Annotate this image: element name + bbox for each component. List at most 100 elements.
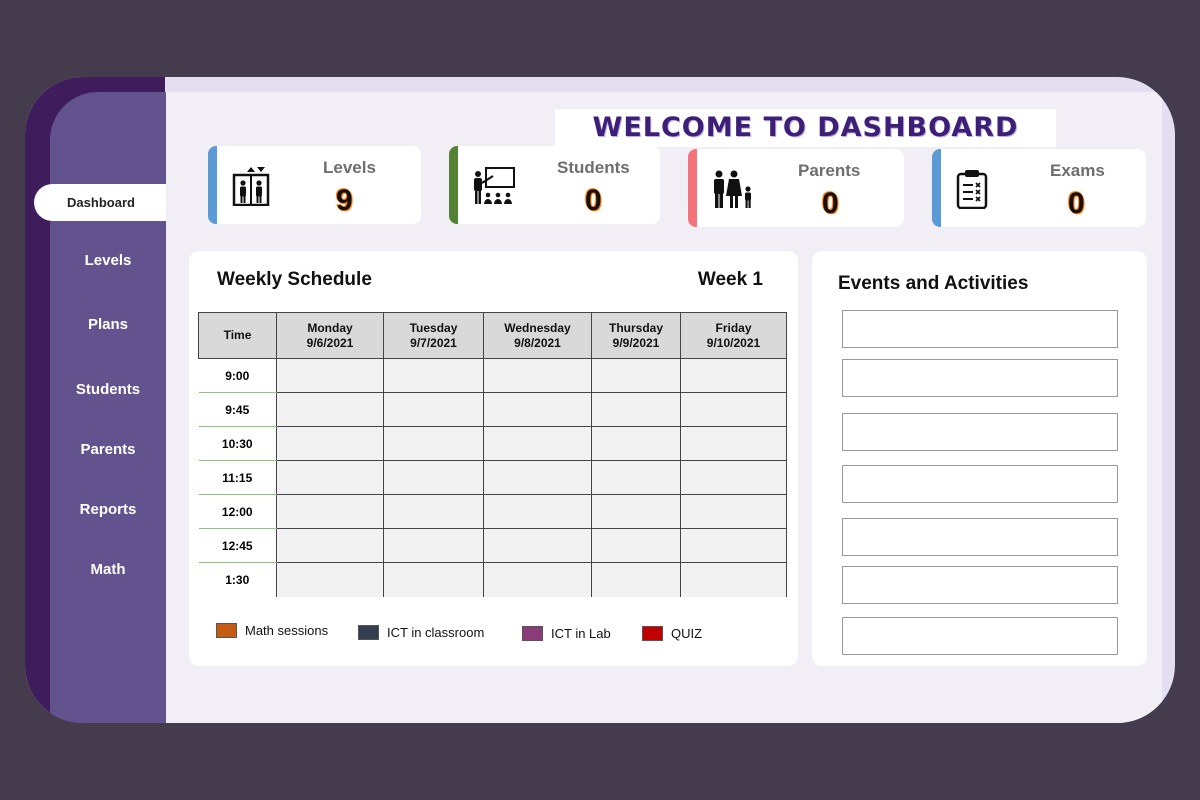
schedule-cell[interactable] [383,562,484,597]
legend-label: ICT in Lab [551,626,611,641]
schedule-cell[interactable] [276,528,384,563]
schedule-cell[interactable] [483,426,592,461]
family-icon [714,170,751,208]
schedule-cell[interactable] [383,528,484,563]
legend-swatch [522,626,543,641]
day-header-thursday: Thursday 9/9/2021 [591,312,681,359]
schedule-table: Time Monday 9/6/2021 Tuesday 9/7/2021 Wedn… [198,312,787,597]
sidebar-item-reports[interactable]: Reports [50,501,166,518]
stat-label: Exams [1050,161,1105,180]
schedule-cell[interactable] [591,494,681,529]
legend-quiz: QUIZ [642,626,702,641]
schedule-cell[interactable] [591,392,681,427]
event-entry-box[interactable] [842,518,1118,556]
sidebar-item-dashboard[interactable]: Dashboard [34,184,168,221]
schedule-cell[interactable] [680,562,787,597]
schedule-cell[interactable] [591,528,681,563]
events-title: Events and Activities [838,273,1029,294]
event-entry-box[interactable] [842,617,1118,655]
schedule-title: Weekly Schedule [217,269,372,290]
schedule-cell[interactable] [383,460,484,495]
schedule-cell[interactable] [483,460,592,495]
events-panel: Events and Activities [812,251,1147,666]
weekly-schedule-panel: Weekly Schedule Week 1 Time Monday 9/6/20… [189,251,798,666]
schedule-cell[interactable] [383,392,484,427]
schedule-cell[interactable] [680,358,787,393]
legend-math-sessions: Math sessions [216,623,328,638]
schedule-cell[interactable] [276,392,384,427]
table-row: 9:45 [198,392,787,427]
event-entry-box[interactable] [842,465,1118,503]
legend-swatch [642,626,663,641]
schedule-cell[interactable] [680,494,787,529]
schedule-cell[interactable] [483,358,592,393]
schedule-cell[interactable] [680,426,787,461]
time-cell: 9:00 [198,358,277,393]
day-header-tuesday: Tuesday 9/7/2021 [383,312,484,359]
schedule-cell[interactable] [483,392,592,427]
sidebar-item-math[interactable]: Math [50,561,166,578]
table-row: 11:15 [198,460,787,495]
schedule-cell[interactable] [483,494,592,529]
legend-swatch [358,625,379,640]
stat-value: 9 [336,184,353,217]
stat-card-exams[interactable]: Exams 0 [932,149,1146,227]
schedule-cell[interactable] [680,528,787,563]
sidebar-item-plans[interactable]: Plans [50,316,166,333]
schedule-cell[interactable] [276,358,384,393]
schedule-cell[interactable] [383,358,484,393]
time-column-header: Time [198,312,277,359]
event-entry-box[interactable] [842,310,1118,348]
time-cell: 1:30 [198,562,277,597]
schedule-cell[interactable] [591,562,681,597]
table-row: 10:30 [198,426,787,461]
time-cell: 12:00 [198,494,277,529]
legend-label: QUIZ [671,626,703,641]
stat-label: Parents [798,161,861,180]
stat-card-students[interactable]: Students 0 [449,146,660,224]
schedule-cell[interactable] [276,460,384,495]
stat-accent-bar [449,146,458,224]
legend-label: ICT in classroom [387,625,485,640]
schedule-cell[interactable] [483,562,592,597]
legend-ict-lab: ICT in Lab [522,626,611,641]
schedule-cell[interactable] [591,460,681,495]
schedule-cell[interactable] [383,494,484,529]
event-entry-box[interactable] [842,413,1118,451]
stat-card-parents[interactable]: Parents 0 [688,149,904,227]
week-label: Week 1 [697,269,763,290]
table-row: 12:00 [198,494,787,529]
schedule-cell[interactable] [591,426,681,461]
sidebar-item-parents[interactable]: Parents [50,441,166,458]
event-entry-box[interactable] [842,359,1118,397]
table-row: 9:00 [198,358,787,393]
sidebar: Dashboard Levels Plans Students Parents … [34,92,168,723]
classroom-icon [474,167,515,204]
legend-swatch [216,623,237,638]
schedule-cell[interactable] [680,392,787,427]
stat-label: Levels [323,158,376,177]
sidebar-item-students[interactable]: Students [50,381,166,398]
schedule-cell[interactable] [680,460,787,495]
sidebar-item-levels[interactable]: Levels [50,252,166,269]
stat-label: Students [557,158,630,177]
day-header-monday: Monday 9/6/2021 [276,312,384,359]
day-header-friday: Friday 9/10/2021 [680,312,787,359]
schedule-cell[interactable] [483,528,592,563]
event-entry-box[interactable] [842,566,1118,604]
app-frame: Dashboard Levels Plans Students Parents … [25,77,1175,723]
schedule-cell[interactable] [591,358,681,393]
stat-card-levels[interactable]: Levels 9 [208,146,421,224]
legend-ict-classroom: ICT in classroom [358,625,484,640]
schedule-cell[interactable] [383,426,484,461]
clipboard-icon [956,170,988,209]
stat-accent-bar [932,149,941,227]
stat-value: 0 [1068,187,1085,220]
schedule-cell[interactable] [276,426,384,461]
schedule-cell[interactable] [276,562,384,597]
elevator-icon [232,167,270,206]
schedule-cell[interactable] [276,494,384,529]
time-cell: 12:45 [198,528,277,563]
time-cell: 11:15 [198,460,277,495]
time-cell: 9:45 [198,392,277,427]
